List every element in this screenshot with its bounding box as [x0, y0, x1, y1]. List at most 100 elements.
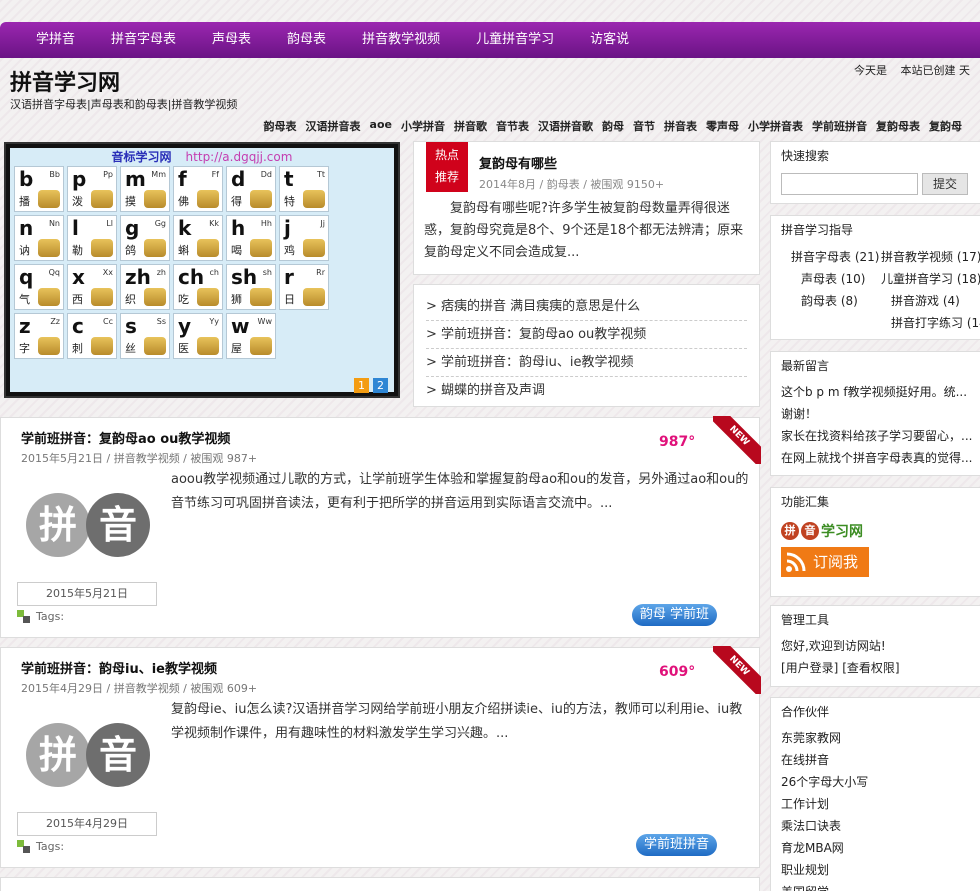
site-badge-logo[interactable]: 拼音学习网	[781, 521, 971, 541]
keyword-link[interactable]: 汉语拼音表	[306, 118, 361, 134]
slider-dot-1[interactable]: 1	[354, 378, 369, 393]
post-title[interactable]: 学前班拼音：韵母iu、ie教学视频	[21, 658, 217, 677]
keyword-link[interactable]: 零声母	[706, 118, 739, 134]
pinyin-letter: y	[178, 314, 192, 338]
pinyin-cell: t Tt 特	[279, 166, 329, 212]
partner-link[interactable]: 乘法口诀表	[781, 815, 971, 837]
nav-item[interactable]: 声母表	[194, 22, 269, 58]
message-item[interactable]: 谢谢！	[781, 403, 973, 425]
nav-item[interactable]: 韵母表	[269, 22, 344, 58]
nav-item[interactable]: 拼音字母表	[93, 22, 194, 58]
widget-messages: 最新留言 这个b p m f教学视频挺好用。统... 谢谢！ 家长在找资料给孩子学习…	[770, 351, 980, 476]
partner-link[interactable]: 26个字母大小写	[781, 771, 971, 793]
recent-link[interactable]: > 蝴蝶的拼音及声调	[426, 377, 747, 405]
keyword-link[interactable]: 韵母	[602, 118, 624, 134]
keyword-link[interactable]: 韵母表	[264, 118, 297, 134]
pinyin-letter: z	[19, 314, 31, 338]
post-thumbnail[interactable]: 拼音	[26, 723, 154, 787]
message-item[interactable]: 在网上就找个拼音字母表真的觉得...	[781, 447, 973, 469]
keyword-link[interactable]: 复韵母	[929, 118, 962, 134]
post-thumbnail[interactable]: 拼音	[26, 493, 154, 557]
guide-item[interactable]: 拼音教学视频 (17)	[881, 248, 980, 265]
slider-dot-2[interactable]: 2	[373, 378, 388, 393]
widget-features: 功能汇集 拼音学习网 订阅我	[770, 487, 980, 597]
pinyin-upper-lower: Rr	[316, 268, 325, 277]
site-logo[interactable]: 拼音学习网	[10, 65, 120, 97]
keyword-link[interactable]: aoe	[370, 118, 392, 134]
keyword-link[interactable]: 小学拼音表	[748, 118, 803, 134]
keyword-link[interactable]: 音节表	[496, 118, 529, 134]
pinyin-letter: s	[125, 314, 137, 338]
recent-link[interactable]: > 学前班拼音：复韵母ao ou教学视频	[426, 321, 747, 349]
pinyin-letter: x	[72, 265, 85, 289]
pinyin-char: 医	[178, 342, 189, 355]
pinyin-letter: n	[19, 216, 34, 240]
pinyin-upper-lower: Ss	[156, 317, 166, 326]
site-slogan: 汉语拼音字母表|声母表和韵母表|拼音教学视频	[10, 98, 238, 111]
pinyin-cell: k Kk 蝌	[173, 215, 223, 261]
keyword-link[interactable]: 复韵母表	[876, 118, 920, 134]
pinyin-picture	[250, 337, 272, 355]
pinyin-picture	[38, 239, 60, 257]
pinyin-char: 鸽	[125, 244, 136, 257]
pinyin-char: 西	[72, 293, 83, 306]
keyword-link[interactable]: 小学拼音	[401, 118, 445, 134]
pinyin-picture	[144, 337, 166, 355]
pinyin-cell: y Yy 医	[173, 313, 223, 359]
keyword-link[interactable]: 音节	[633, 118, 655, 134]
tag-button[interactable]: 学前班拼音	[635, 834, 717, 856]
partner-link[interactable]: 育龙MBA网	[781, 837, 971, 859]
pinyin-picture	[38, 190, 60, 208]
message-item[interactable]: 这个b p m f教学视频挺好用。统...	[781, 381, 973, 403]
guide-item[interactable]: 拼音字母表 (21)	[791, 248, 879, 265]
keyword-link[interactable]: 拼音表	[664, 118, 697, 134]
pinyin-grid: b Bb 播 p Pp 泼 m Mm 摸 f Ff 佛 d Dd 得 t Tt 特 n Nn 讷 l Ll 勒 g Gg 鸽 k Kk 蝌…	[10, 166, 394, 359]
pinyin-cell: b Bb 播	[14, 166, 64, 212]
pinyin-cell: l Ll 勒	[67, 215, 117, 261]
search-submit-button[interactable]: 提交	[922, 173, 968, 195]
post-title[interactable]: 学前班拼音：复韵母ao ou教学视频	[21, 428, 230, 447]
login-link[interactable]: [用户登录]	[781, 661, 838, 675]
nav-item[interactable]: 儿童拼音学习	[458, 22, 572, 58]
hot-title[interactable]: 复韵母有哪些	[479, 153, 557, 172]
pinyin-picture	[197, 190, 219, 208]
partner-link[interactable]: 东莞家教网	[781, 727, 971, 749]
partner-link[interactable]: 职业规划	[781, 859, 971, 881]
recent-link[interactable]: > 痞痍的拼音 满目痍痍的意思是什么	[426, 293, 747, 321]
guide-item[interactable]: 韵母表 (8)	[801, 292, 858, 309]
pinyin-picture	[38, 288, 60, 306]
partner-link[interactable]: 美国留学	[781, 881, 971, 891]
guide-item[interactable]: 拼音打字练习 (14)	[891, 314, 980, 331]
permission-link[interactable]: [查看权限]	[842, 661, 899, 675]
keyword-link[interactable]: 学前班拼音	[812, 118, 867, 134]
pinyin-picture	[303, 190, 325, 208]
pinyin-picture	[38, 337, 60, 355]
post-summary: 复韵母ie、iu怎么读?汉语拼音学习网给学前班小朋友介绍拼读ie、iu的方法，教…	[171, 702, 743, 741]
message-item[interactable]: 家长在找资料给孩子学习要留心，...	[781, 425, 973, 447]
nav-item[interactable]: 拼音教学视频	[344, 22, 458, 58]
pinyin-cell: g Gg 鸽	[120, 215, 170, 261]
rss-subscribe-button[interactable]: 订阅我	[781, 547, 869, 577]
featured-slider[interactable]: 音标学习网 http://a.dgqjj.com b Bb 播 p Pp 泼 m Mm 摸 f Ff 佛…	[4, 142, 400, 398]
guide-item[interactable]: 拼音游戏 (4)	[891, 292, 960, 309]
pinyin-picture	[144, 239, 166, 257]
nav-item[interactable]: 学拼音	[18, 22, 93, 58]
keyword-link[interactable]: 拼音歌	[454, 118, 487, 134]
main-nav: 学拼音 拼音字母表 声母表 韵母表 拼音教学视频 儿童拼音学习 访客说	[0, 22, 980, 58]
tag-button[interactable]: 韵母 学前班	[631, 604, 717, 626]
recent-link[interactable]: > 学前班拼音：韵母iu、ie教学视频	[426, 349, 747, 377]
guide-item[interactable]: 声母表 (10)	[801, 270, 865, 287]
guide-item[interactable]: 儿童拼音学习 (18)	[881, 270, 980, 287]
keyword-link[interactable]: 汉语拼音歌	[538, 118, 593, 134]
post-card: 学前班拼音：复韵母ao ou教学视频 2015年5月21日 / 拼音教学视频 / …	[0, 416, 761, 638]
pinyin-char: 织	[125, 293, 136, 306]
nav-item[interactable]: 访客说	[572, 22, 647, 58]
pinyin-letter: zh	[125, 265, 151, 289]
search-input[interactable]	[781, 173, 918, 195]
partner-link[interactable]: 在线拼音	[781, 749, 971, 771]
widget-partners: 合作伙伴 东莞家教网 在线拼音 26个字母大小写 工作计划 乘法口诀表 育龙MBA网 职业规…	[770, 697, 980, 891]
site-created-label: 本站已创建 天	[900, 64, 971, 77]
pinyin-picture	[91, 288, 113, 306]
hot-badge: 热点 推荐	[426, 142, 468, 192]
partner-link[interactable]: 工作计划	[781, 793, 971, 815]
